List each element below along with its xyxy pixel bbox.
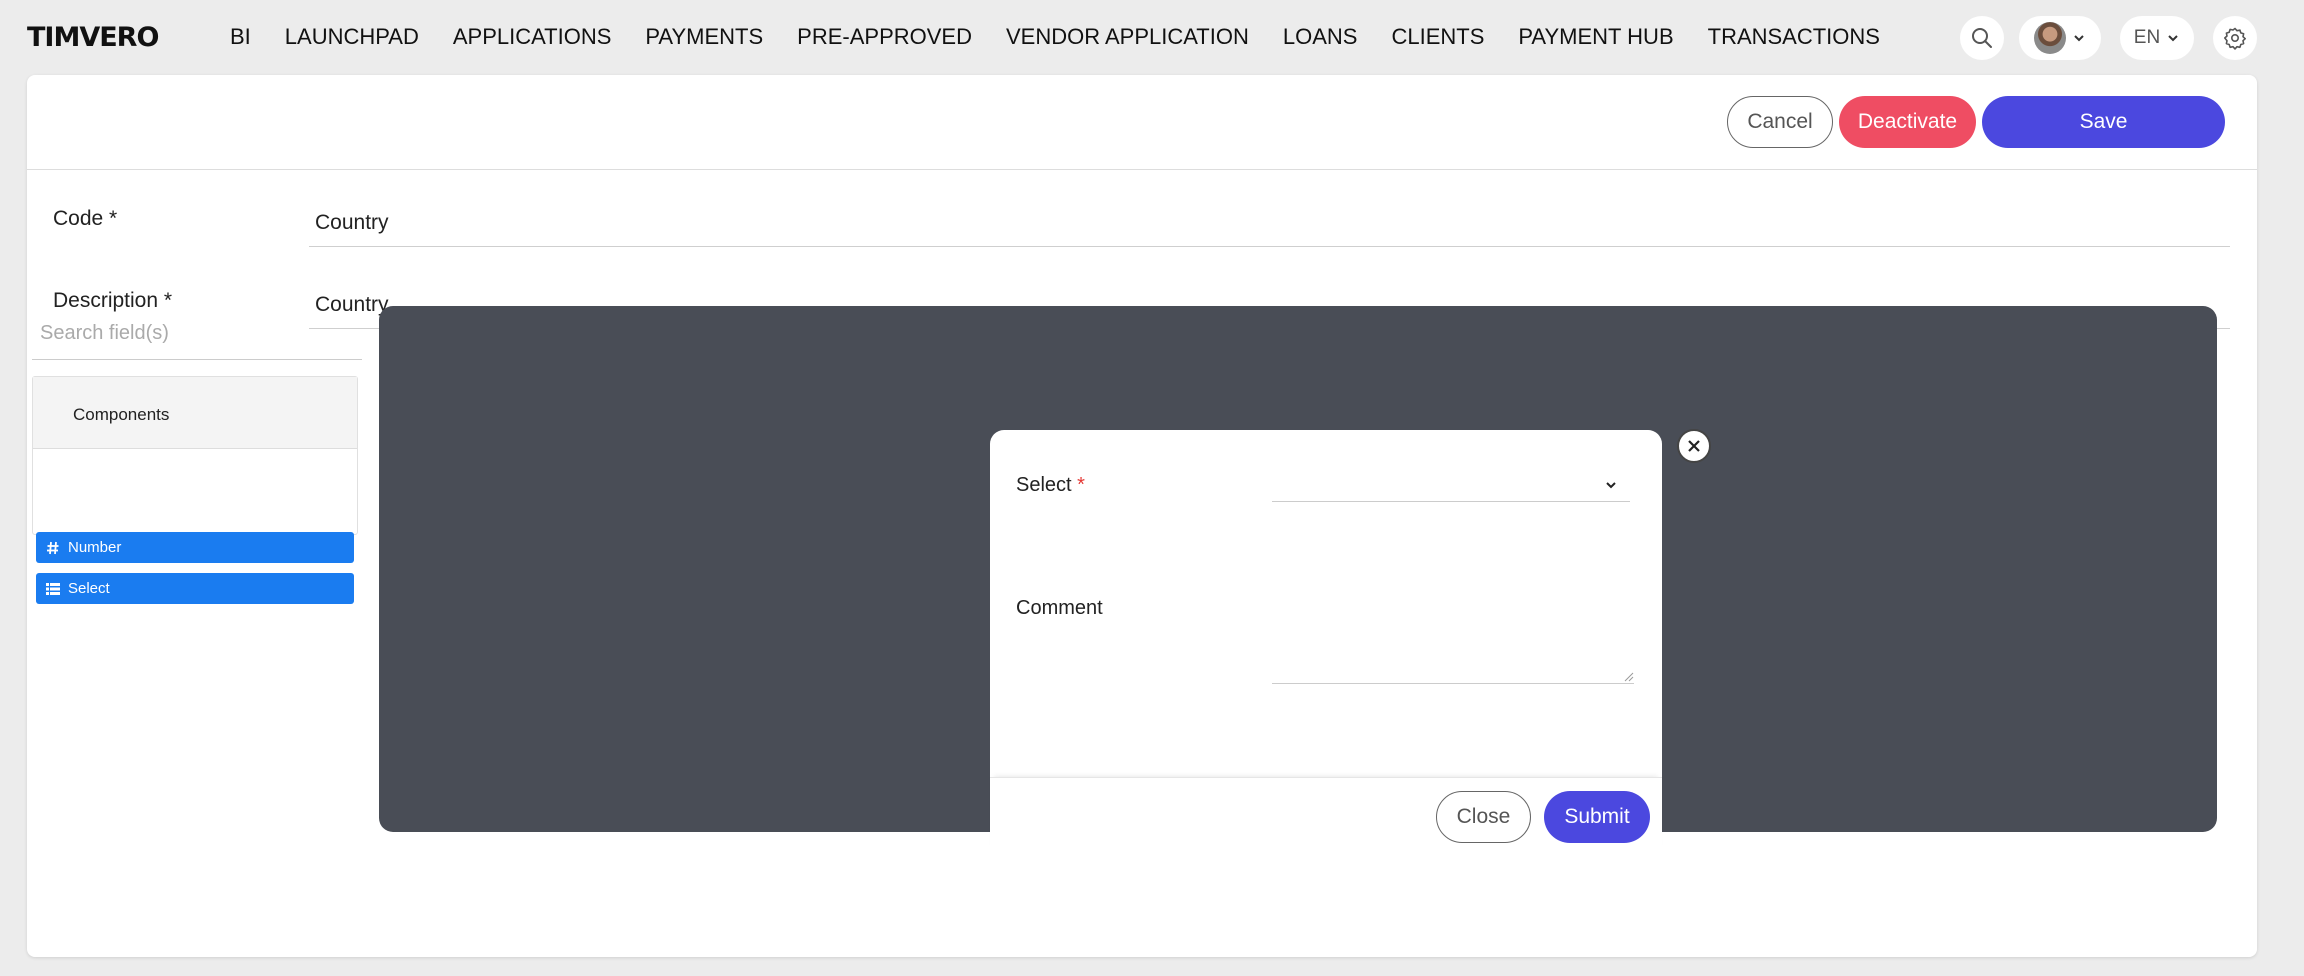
component-select[interactable]: Select (36, 573, 354, 604)
component-edit-modal: Select * Comment Close Submit (990, 430, 1662, 859)
brand-logo[interactable]: TIMVERO (27, 22, 159, 53)
code-input[interactable]: Country (309, 197, 2230, 247)
comment-textarea[interactable] (1272, 576, 1634, 684)
nav-item-loans[interactable]: LOANS (1283, 24, 1358, 50)
select-label: Select * (1016, 474, 1085, 497)
nav-item-pre-approved[interactable]: PRE-APPROVED (797, 24, 972, 50)
main-nav: BI LAUNCHPAD APPLICATIONS PAYMENTS PRE-A… (230, 24, 1880, 50)
chevron-down-icon (1606, 482, 1616, 489)
modal-footer: Close Submit (990, 777, 1662, 859)
required-mark: * (1077, 474, 1085, 496)
nav-item-bi[interactable]: BI (230, 24, 251, 50)
hash-icon (47, 541, 59, 554)
nav-item-vendor-application[interactable]: VENDOR APPLICATION (1006, 24, 1249, 50)
close-button[interactable]: Close (1436, 791, 1531, 843)
gear-icon (2224, 27, 2246, 50)
search-icon (1972, 28, 1992, 48)
language-label: EN (2133, 27, 2161, 48)
component-number[interactable]: Number (36, 532, 354, 563)
nav-item-clients[interactable]: CLIENTS (1391, 24, 1484, 50)
avatar (2034, 22, 2066, 54)
deactivate-button[interactable]: Deactivate (1839, 96, 1976, 148)
user-menu-button[interactable] (2019, 16, 2101, 60)
nav-item-payments[interactable]: PAYMENTS (645, 24, 763, 50)
chevron-down-icon (2074, 35, 2084, 42)
save-button[interactable]: Save (1982, 96, 2225, 148)
component-select-label: Select (68, 580, 110, 597)
select-dropdown[interactable] (1272, 466, 1630, 502)
card-action-bar: Cancel Deactivate Save (27, 75, 2257, 170)
language-selector[interactable]: EN (2120, 16, 2194, 60)
nav-item-transactions[interactable]: TRANSACTIONS (1708, 24, 1880, 50)
components-header[interactable]: Components (33, 377, 357, 449)
list-icon (46, 582, 60, 595)
cancel-button[interactable]: Cancel (1727, 96, 1833, 148)
settings-button[interactable] (2213, 16, 2257, 60)
resize-handle-icon[interactable] (1624, 672, 1634, 682)
search-button[interactable] (1960, 16, 2004, 60)
close-icon (1688, 440, 1700, 452)
nav-item-payment-hub[interactable]: PAYMENT HUB (1518, 24, 1673, 50)
search-fields-input[interactable]: Search field(s) (32, 302, 362, 360)
nav-item-applications[interactable]: APPLICATIONS (453, 24, 612, 50)
code-label: Code * (53, 207, 118, 230)
nav-item-launchpad[interactable]: LAUNCHPAD (285, 24, 419, 50)
select-label-text: Select (1016, 474, 1072, 496)
chevron-down-icon (2168, 35, 2178, 42)
component-number-label: Number (68, 539, 122, 556)
top-navigation-bar: TIMVERO BI LAUNCHPAD APPLICATIONS PAYMEN… (0, 0, 2304, 75)
comment-label: Comment (1016, 597, 1103, 619)
modal-close-button[interactable] (1677, 429, 1711, 463)
submit-button[interactable]: Submit (1544, 791, 1650, 843)
components-panel: Components Number Select (32, 376, 358, 604)
